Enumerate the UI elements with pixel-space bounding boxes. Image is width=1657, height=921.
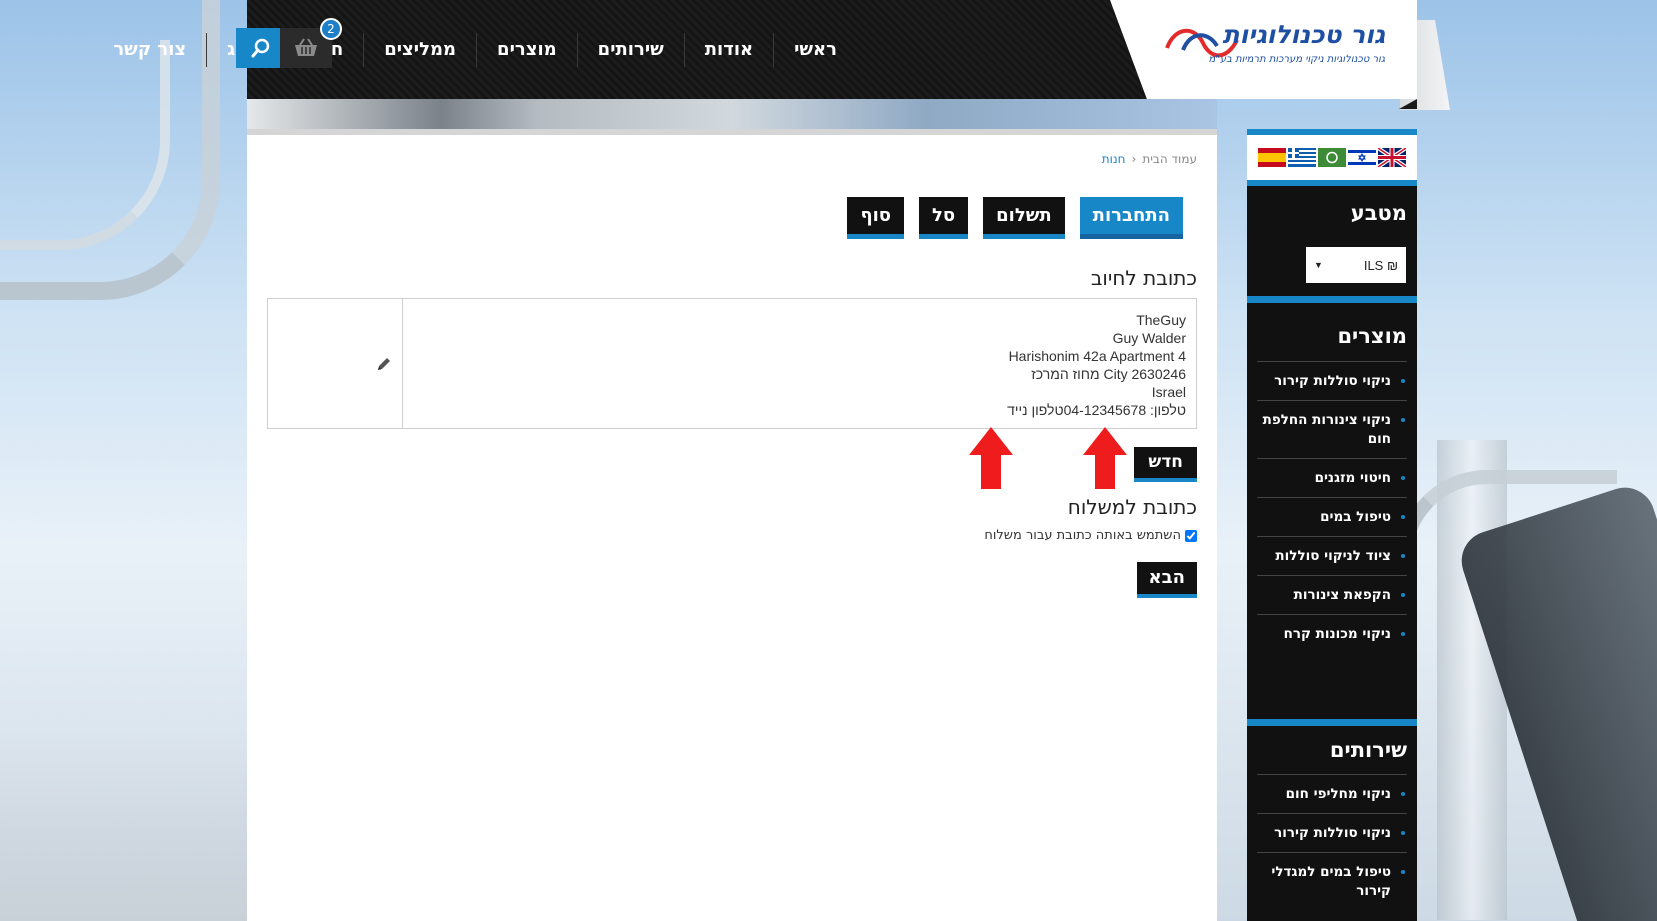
address-phone-line: טלפון: 04-12345678טלפון נייד: [1007, 402, 1186, 418]
currency-value: ILS ₪: [1363, 257, 1398, 273]
products-title: מוצרים: [1337, 324, 1407, 348]
sidebar-divider: [1247, 296, 1417, 303]
nav-item-testimonials[interactable]: ממליצים: [363, 32, 476, 67]
checkout-steps: התחברות תשלום סל סוף: [847, 197, 1183, 239]
checkout-panel: עמוד הבית ‹ חנות התחברות תשלום סל סוף כת…: [247, 129, 1217, 921]
nav-item-services[interactable]: שירותים: [576, 32, 684, 67]
arabic-flag-icon[interactable]: [1318, 148, 1346, 167]
red-arrow-annotation: [1083, 427, 1127, 489]
new-address-button[interactable]: חדש: [1134, 447, 1197, 482]
sidebar-item-product[interactable]: טיפול במים: [1257, 497, 1407, 536]
address-line: Israel: [1151, 384, 1186, 400]
nav-item-home[interactable]: ראשי: [773, 32, 857, 67]
address-line: Harishonim 42a Apartment 4: [1008, 348, 1186, 364]
step-payment[interactable]: תשלום: [983, 197, 1065, 239]
same-address-checkbox[interactable]: [1185, 529, 1197, 542]
sidebar-item-product[interactable]: הקפאת צינורות: [1257, 575, 1407, 614]
breadcrumb-separator-icon: ‹: [1131, 152, 1137, 166]
address-line: TheGuy: [1136, 312, 1186, 328]
services-title: שירותים: [1329, 738, 1407, 762]
services-list: ניקוי מחליפי חום ניקוי סוללות קירור טיפו…: [1257, 774, 1407, 910]
english-flag-icon[interactable]: [1378, 148, 1406, 167]
sidebar: מטבע ▼ ILS ₪ מוצרים ניקוי סוללות קירור נ…: [1247, 129, 1417, 921]
shipping-address-title: כתובת למשלוח: [1067, 495, 1197, 519]
cart-count-badge: 2: [320, 18, 342, 40]
edit-cell: [268, 299, 403, 428]
spain-flag-icon[interactable]: [1258, 148, 1286, 167]
sidebar-item-product[interactable]: חיטוי מזגנים: [1257, 458, 1407, 497]
nav-item-contact[interactable]: צור קשר: [93, 33, 206, 67]
basket-icon: [295, 38, 317, 56]
breadcrumb-home[interactable]: עמוד הבית: [1142, 152, 1197, 166]
billing-address-title: כתובת לחיוב: [1090, 266, 1197, 290]
sidebar-item-service[interactable]: טיפול במים למגדלי קירור: [1257, 852, 1407, 910]
nav-item-products[interactable]: מוצרים: [476, 32, 577, 67]
sidebar-divider: [1247, 719, 1417, 726]
main-nav: ראשי אודות שירותים מוצרים ממליצים חנות ב…: [93, 0, 857, 99]
red-arrow-annotation: [969, 427, 1013, 489]
sidebar-item-product[interactable]: ציוד לניקוי סוללות: [1257, 536, 1407, 575]
search-button[interactable]: [236, 28, 286, 68]
products-list: ניקוי סוללות קירור ניקוי צינורות החלפת ח…: [1257, 361, 1407, 653]
same-address-option[interactable]: השתמש באותה כתובת עבור משלוח: [984, 528, 1197, 543]
address-line: מחוז המרכז City 2630246: [1031, 366, 1186, 382]
breadcrumb-shop[interactable]: חנות: [1102, 152, 1126, 166]
step-login[interactable]: התחברות: [1079, 197, 1183, 239]
sidebar-item-product[interactable]: ניקוי צינורות החלפת חום: [1257, 400, 1407, 458]
hero-banner-strip: [247, 99, 1217, 129]
step-cart[interactable]: סל: [919, 197, 969, 239]
currency-select[interactable]: ▼ ILS ₪: [1306, 247, 1406, 283]
nav-item-about[interactable]: אודות: [683, 32, 773, 67]
same-address-label: השתמש באותה כתובת עבור משלוח: [984, 528, 1181, 543]
logo-subtitle: גור טכנולוגיות ניקוי מערכות תרמיות בע"מ: [1208, 54, 1386, 65]
sidebar-item-service[interactable]: ניקוי סוללות קירור: [1257, 813, 1407, 852]
breadcrumb: עמוד הבית ‹ חנות: [1102, 152, 1197, 166]
search-icon: [251, 38, 270, 58]
sidebar-item-product[interactable]: ניקוי מכונות קרח: [1257, 614, 1407, 653]
next-button[interactable]: הבא: [1136, 562, 1197, 598]
sidebar-item-product[interactable]: ניקוי סוללות קירור: [1257, 361, 1407, 400]
logo-title: גור טכנולוגיות: [1222, 20, 1385, 49]
background-floor: [0, 740, 260, 921]
step-end[interactable]: סוף: [847, 197, 904, 239]
currency-title: מטבע: [1350, 201, 1407, 225]
pencil-icon[interactable]: [376, 356, 392, 372]
chevron-down-icon: ▼: [1314, 260, 1323, 270]
sidebar-item-service[interactable]: ניקוי מחליפי חום: [1257, 774, 1407, 813]
address-line: Guy Walder: [1112, 330, 1186, 346]
language-flags: [1247, 129, 1417, 186]
israel-flag-icon[interactable]: [1348, 148, 1376, 167]
billing-address-box: TheGuy Guy Walder Harishonim 42a Apartme…: [267, 298, 1197, 429]
greece-flag-icon[interactable]: [1288, 148, 1316, 167]
billing-address-text: TheGuy Guy Walder Harishonim 42a Apartme…: [403, 299, 1196, 428]
